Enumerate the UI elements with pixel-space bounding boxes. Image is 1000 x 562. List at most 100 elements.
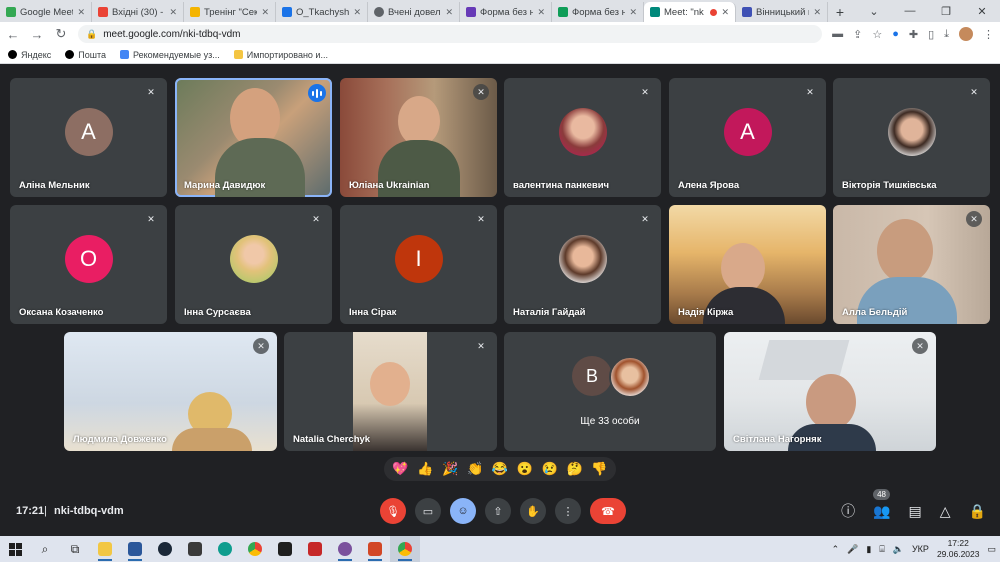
windows-start-icon[interactable] — [0, 536, 30, 562]
powerpoint-icon[interactable] — [360, 536, 390, 562]
reaction-clap-icon[interactable]: 👏 — [467, 461, 483, 477]
reaction-laugh-icon[interactable]: 😂 — [492, 461, 508, 477]
reaction-surprised-icon[interactable]: 😮 — [517, 461, 533, 477]
participant-tile[interactable]: ✕ I Інна Сірак — [340, 205, 497, 324]
network-icon[interactable]: ⌸ — [879, 544, 884, 555]
language-indicator[interactable]: УКР — [912, 544, 929, 554]
puzzle-icon[interactable]: ✚ — [909, 28, 918, 41]
minimize-icon[interactable]: — — [892, 0, 928, 22]
bookmark-item[interactable]: Яндекс — [8, 50, 51, 60]
close-icon[interactable]: ✕ — [353, 7, 361, 18]
present-button[interactable]: ⇧ — [485, 498, 511, 524]
close-icon[interactable]: ✕ — [169, 7, 177, 18]
browser-tab[interactable]: Google Meet ✕ — [0, 2, 92, 22]
download-icon[interactable]: ⤓ — [944, 28, 949, 41]
store-icon[interactable] — [180, 536, 210, 562]
profile-avatar[interactable] — [959, 27, 973, 41]
camera-toggle-button[interactable]: ▭ — [415, 498, 441, 524]
host-controls-icon[interactable]: 🔒 — [969, 503, 986, 520]
browser-tab[interactable]: Вхідні (30) - ✕ — [92, 2, 184, 22]
raise-hand-button[interactable]: ✋ — [520, 498, 546, 524]
restore-icon[interactable]: ❐ — [928, 0, 964, 22]
extension-icon[interactable]: ● — [892, 28, 899, 40]
bookmark-item[interactable]: Пошта — [65, 50, 106, 60]
new-tab-button[interactable]: + — [828, 2, 852, 22]
camera-icon[interactable]: ▬ — [832, 28, 843, 40]
edge-icon[interactable] — [210, 536, 240, 562]
url-field[interactable]: 🔒 meet.google.com/nki-tdbq-vdm — [78, 25, 823, 43]
close-icon[interactable]: ✕ — [77, 7, 85, 18]
mail-icon[interactable] — [270, 536, 300, 562]
leave-call-button[interactable]: ☎ — [590, 498, 626, 524]
reaction-sad-icon[interactable]: 😢 — [542, 461, 558, 477]
close-icon[interactable]: ✕ — [629, 7, 637, 18]
steam-icon[interactable] — [150, 536, 180, 562]
browser-tab[interactable]: Вінницький к ✕ — [736, 2, 828, 22]
browser-tab[interactable]: Форма без на ✕ — [460, 2, 552, 22]
close-window-icon[interactable]: ✕ — [964, 0, 1000, 22]
reaction-party-icon[interactable]: 🎉 — [442, 461, 458, 477]
search-icon[interactable]: ⌕ — [30, 536, 60, 562]
notifications-icon[interactable]: ▭ — [987, 544, 996, 555]
mic-toggle-button[interactable]: 🎙 — [380, 498, 406, 524]
share-icon[interactable]: ⇪ — [853, 28, 862, 41]
participant-tile[interactable]: ✕ Світлана Нагорняк — [724, 332, 936, 451]
battery-icon[interactable]: ▮ — [866, 544, 871, 555]
participant-tile[interactable]: ✕ Людмила Довженко — [64, 332, 277, 451]
more-participants-tile[interactable]: B Ще 33 особи — [504, 332, 716, 451]
reaction-thumbs-down-icon[interactable]: 👎 — [591, 461, 607, 477]
close-icon[interactable]: ✕ — [721, 7, 729, 18]
reaction-thinking-icon[interactable]: 🤔 — [566, 461, 582, 477]
participant-tile[interactable]: ✕ Інна Сурсаєва — [175, 205, 332, 324]
microphone-icon[interactable]: 🎤 — [847, 544, 858, 555]
app-grid-icon[interactable] — [300, 536, 330, 562]
participant-tile[interactable]: ✕ Юліана Ukrainian — [340, 78, 497, 197]
reload-icon[interactable]: ↻ — [54, 26, 68, 42]
participant-tile[interactable]: Надія Кіржа — [669, 205, 826, 324]
more-options-button[interactable]: ⋮ — [555, 498, 581, 524]
clock[interactable]: 17:22 29.06.2023 — [937, 538, 980, 560]
browser-tab[interactable]: Форма без на ✕ — [552, 2, 644, 22]
browser-tab[interactable]: O_Tkachyshyn✕ — [276, 2, 368, 22]
volume-icon[interactable]: 🔈 — [893, 544, 904, 555]
activities-icon[interactable]: △ — [940, 503, 951, 520]
chevron-up-icon[interactable]: ⌃ — [832, 544, 840, 555]
task-view-icon[interactable]: ⧉ — [60, 536, 90, 562]
participant-tile[interactable]: ✕ A Алена Ярова — [669, 78, 826, 197]
close-icon[interactable]: ✕ — [445, 7, 453, 18]
bookmark-item[interactable]: Импортировано и... — [233, 50, 328, 60]
close-icon[interactable]: ✕ — [813, 7, 821, 18]
viber-icon[interactable] — [330, 536, 360, 562]
tab-title: Google Meet — [20, 6, 74, 18]
sidepanel-icon[interactable]: ▯ — [928, 28, 934, 41]
participant-tile[interactable]: ✕ Natalia Cherchyk — [284, 332, 497, 451]
participant-tile-speaking[interactable]: Марина Давидюк — [175, 78, 332, 197]
browser-tab[interactable]: Тренінг "Секр ✕ — [184, 2, 276, 22]
browser-tab[interactable]: Вчені довелі ✕ — [368, 2, 460, 22]
participant-tile[interactable]: ✕ валентина панкевич — [504, 78, 661, 197]
participant-tile[interactable]: ✕ A Аліна Мельник — [10, 78, 167, 197]
participant-tile[interactable]: ✕ Вікторія Тишківська — [833, 78, 990, 197]
participant-tile[interactable]: ✕ O Оксана Козаченко — [10, 205, 167, 324]
chat-icon[interactable]: ▤ — [909, 503, 922, 520]
chrome-icon[interactable] — [240, 536, 270, 562]
chrome-running-icon[interactable] — [390, 536, 420, 562]
back-icon[interactable]: ← — [6, 27, 20, 42]
bookmark-item[interactable]: Рекомендуемые уз... — [120, 50, 220, 60]
tab-search-icon[interactable]: ⌄ — [856, 0, 892, 22]
menu-icon[interactable]: ⋮ — [983, 28, 994, 41]
word-icon[interactable] — [120, 536, 150, 562]
people-button[interactable]: 48 👥 — [873, 488, 891, 520]
reactions-button[interactable]: ☺ — [450, 498, 476, 524]
reaction-thumbs-up-icon[interactable]: 👍 — [417, 461, 433, 477]
participant-tile[interactable]: ✕ Алла Бельдій — [833, 205, 990, 324]
close-icon[interactable]: ✕ — [261, 7, 269, 18]
browser-tab-active[interactable]: Meet: "nk ✕ — [644, 2, 736, 22]
bookmark-star-icon[interactable]: ☆ — [872, 28, 882, 41]
participant-tile[interactable]: ✕ Наталія Гайдай — [504, 205, 661, 324]
info-icon[interactable]: ⓘ — [841, 501, 855, 521]
forward-icon[interactable]: → — [30, 27, 44, 42]
file-explorer-icon[interactable] — [90, 536, 120, 562]
reaction-heart-icon[interactable]: 💖 — [392, 461, 408, 477]
close-icon[interactable]: ✕ — [537, 7, 545, 18]
